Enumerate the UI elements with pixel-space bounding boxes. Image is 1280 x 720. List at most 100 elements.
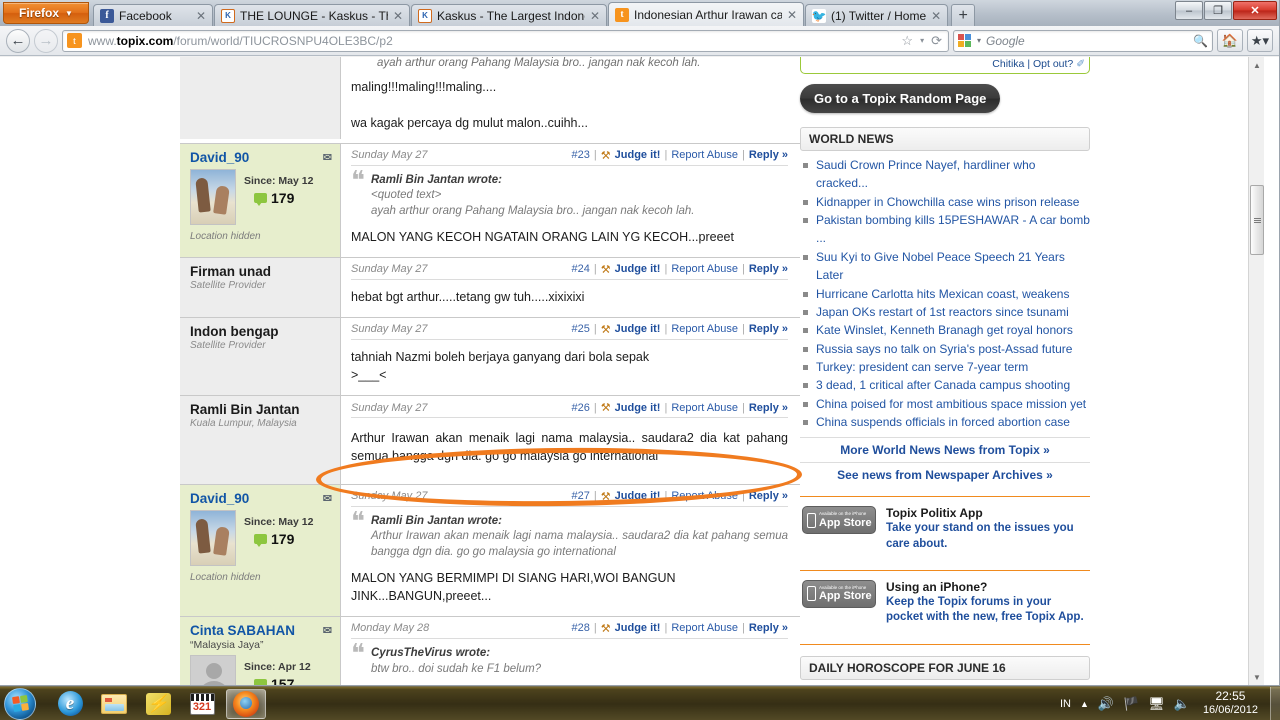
reply-link[interactable]: Reply » [749, 490, 788, 502]
judge-it-link[interactable]: Judge it! [615, 622, 661, 634]
scroll-up-icon[interactable]: ▲ [1249, 57, 1265, 74]
tab-facebook[interactable]: f Facebook ✕ [93, 4, 213, 26]
reply-link[interactable]: Reply » [749, 263, 788, 275]
post-number[interactable]: #24 [572, 263, 590, 275]
news-item[interactable]: Kate Winslet, Kenneth Branagh get royal … [800, 321, 1090, 339]
close-icon[interactable]: ✕ [393, 10, 403, 22]
post-author[interactable]: David_90 ✉ [190, 491, 332, 506]
address-bar[interactable]: t www.topix.com/forum/world/TIUCROSNPU4O… [62, 29, 949, 52]
reload-icon[interactable]: ⟳ [931, 33, 942, 49]
post-number[interactable]: #27 [572, 490, 590, 502]
firefox-menu-button[interactable]: Firefox ▼ [3, 2, 89, 24]
post-author[interactable]: Cinta SABAHAN ✉ [190, 623, 332, 638]
report-abuse-link[interactable]: Report Abuse [671, 622, 738, 634]
report-abuse-link[interactable]: Report Abuse [671, 149, 738, 161]
news-item[interactable]: Japan OKs restart of 1st reactors since … [800, 303, 1090, 321]
scrollbar-thumb[interactable] [1250, 185, 1264, 255]
judge-it-link[interactable]: Judge it! [615, 323, 661, 335]
report-abuse-link[interactable]: Report Abuse [671, 323, 738, 335]
news-item[interactable]: Russia says no talk on Syria's post-Assa… [800, 340, 1090, 358]
taskbar-windows-explorer[interactable] [94, 689, 134, 719]
page-scrollbar[interactable]: ▲ ▼ [1248, 57, 1264, 685]
report-abuse-link[interactable]: Report Abuse [671, 402, 738, 414]
post-number[interactable]: #26 [572, 402, 590, 414]
close-icon[interactable]: ✕ [196, 10, 206, 22]
judge-it-link[interactable]: Judge it! [615, 263, 661, 275]
back-button[interactable]: ← [6, 28, 30, 53]
reply-link[interactable]: Reply » [749, 402, 788, 414]
taskbar-winamp[interactable]: ⚡ [138, 689, 178, 719]
news-item[interactable]: China poised for most ambitious space mi… [800, 395, 1090, 413]
app-store-badge-icon[interactable]: Available on the iPhone App Store [802, 506, 876, 535]
envelope-icon[interactable]: ✉ [323, 151, 332, 164]
volume-icon[interactable]: 🔊 [1098, 696, 1114, 712]
news-item[interactable]: China suspends officials in forced abort… [800, 413, 1090, 431]
chevron-down-icon[interactable]: ▾ [977, 36, 981, 45]
news-item[interactable]: Saudi Crown Prince Nayef, hardliner who … [800, 156, 1090, 193]
maximize-button[interactable]: ❐ [1204, 1, 1232, 20]
judge-it-link[interactable]: Judge it! [615, 402, 661, 414]
tab-twitter[interactable]: 🐦 (1) Twitter / Home ✕ [805, 4, 949, 26]
newspaper-archives-link[interactable]: See news from Newspaper Archives » [800, 462, 1090, 487]
close-button[interactable]: ✕ [1233, 1, 1277, 20]
close-icon[interactable]: ✕ [931, 10, 941, 22]
taskbar-firefox[interactable] [226, 688, 266, 719]
promo-topix-politix[interactable]: Available on the iPhone App Store Topix … [800, 497, 1090, 561]
judge-it-link[interactable]: Judge it! [615, 149, 661, 161]
forward-button[interactable]: → [34, 28, 58, 53]
chitika-optout-link[interactable]: Opt out? [1033, 58, 1073, 70]
news-item[interactable]: Turkey: president can serve 7-year term [800, 358, 1090, 376]
more-world-news-link[interactable]: More World News News from Topix » [800, 437, 1090, 462]
promo-topix-app[interactable]: Available on the iPhone App Store Using … [800, 571, 1090, 635]
random-page-button[interactable]: Go to a Topix Random Page [800, 84, 1001, 113]
close-icon[interactable]: ✕ [590, 10, 600, 22]
tab-kaskus-largest[interactable]: K Kaskus - The Largest Indonesia... ✕ [411, 4, 607, 26]
envelope-icon[interactable]: ✉ [323, 624, 332, 637]
search-icon[interactable]: 🔍 [1193, 34, 1208, 48]
reply-link[interactable]: Reply » [749, 149, 788, 161]
judge-it-link[interactable]: Judge it! [615, 490, 661, 502]
bookmark-star-icon[interactable]: ☆ [901, 33, 913, 49]
chevron-down-icon[interactable]: ▾ [920, 36, 924, 45]
world-news-list: Saudi Crown Prince Nayef, hardliner who … [800, 156, 1090, 431]
news-item[interactable]: 3 dead, 1 critical after Canada campus s… [800, 376, 1090, 394]
language-indicator[interactable]: IN [1060, 698, 1071, 710]
author-name: Ramli Bin Jantan [190, 402, 300, 418]
speaker-icon[interactable]: 🔈 [1174, 696, 1190, 712]
scroll-down-icon[interactable]: ▼ [1249, 669, 1265, 685]
new-tab-button[interactable]: + [951, 4, 976, 26]
reply-link[interactable]: Reply » [749, 323, 788, 335]
post-number[interactable]: #23 [572, 149, 590, 161]
post-number[interactable]: #28 [572, 622, 590, 634]
post-number[interactable]: #25 [572, 323, 590, 335]
bookmarks-button[interactable]: ★▾ [1247, 29, 1273, 52]
taskbar-k-lite-321[interactable]: 321 [182, 689, 222, 719]
search-input[interactable]: Google [986, 34, 1188, 48]
clock[interactable]: 22:55 16/06/2012 [1199, 689, 1258, 718]
close-icon[interactable]: ✕ [787, 9, 797, 21]
gavel-icon: ⚒ [600, 263, 611, 276]
minimize-button[interactable]: – [1175, 1, 1203, 20]
action-center-icon[interactable]: 🏴 [1123, 696, 1139, 712]
news-item[interactable]: Suu Kyi to Give Nobel Peace Speech 21 Ye… [800, 248, 1090, 285]
chevron-up-icon[interactable]: ▲ [1080, 699, 1089, 709]
home-button[interactable]: 🏠 [1217, 29, 1243, 52]
post-text: wa kagak percaya dg mulut malon..cuihh..… [351, 115, 588, 130]
tab-topix-active[interactable]: t Indonesian Arthur Irawan called... ✕ [608, 2, 804, 26]
start-orb-icon[interactable] [4, 687, 36, 720]
news-item[interactable]: Pakistan bombing kills 15PESHAWAR - A ca… [800, 211, 1090, 248]
report-abuse-link[interactable]: Report Abuse [671, 263, 738, 275]
search-bar[interactable]: ▾ Google 🔍 [953, 29, 1213, 52]
app-store-badge-icon[interactable]: Available on the iPhone App Store [802, 579, 876, 608]
envelope-icon[interactable]: ✉ [323, 492, 332, 505]
network-icon[interactable]: 🖥 [1148, 696, 1165, 712]
chitika-brand[interactable]: Chitika [992, 58, 1024, 70]
reply-link[interactable]: Reply » [749, 622, 788, 634]
tab-kaskus-lounge[interactable]: K THE LOUNGE - Kaskus - The La... ✕ [214, 4, 410, 26]
news-item[interactable]: Hurricane Carlotta hits Mexican coast, w… [800, 285, 1090, 303]
show-desktop-button[interactable] [1270, 686, 1280, 720]
post-author[interactable]: David_90 ✉ [190, 150, 332, 165]
news-item[interactable]: Kidnapper in Chowchilla case wins prison… [800, 193, 1090, 211]
taskbar-internet-explorer[interactable]: e [50, 689, 90, 719]
report-abuse-link[interactable]: Report Abuse [671, 490, 738, 502]
